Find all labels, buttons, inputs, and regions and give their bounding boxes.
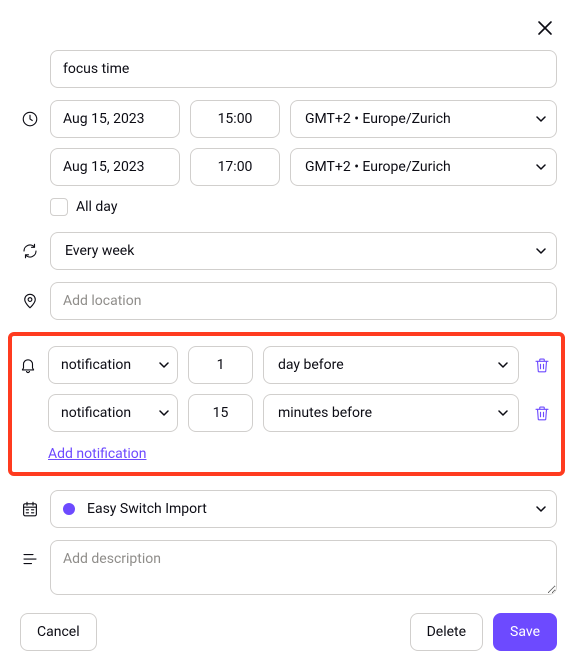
bell-icon [19,356,37,374]
start-time-input[interactable] [190,100,280,138]
caret-down-icon [159,410,169,416]
caret-down-icon [498,410,508,416]
start-timezone-select[interactable]: GMT+2 • Europe/Zurich [290,100,557,138]
all-day-checkbox[interactable] [50,198,68,216]
end-date-input[interactable] [50,148,180,186]
cancel-button[interactable]: Cancel [20,613,97,651]
save-button[interactable]: Save [493,613,557,651]
close-icon [537,20,553,36]
trash-icon [533,356,551,374]
end-timezone-select[interactable]: GMT+2 • Europe/Zurich [290,148,557,186]
close-button[interactable] [533,16,557,40]
end-timezone-label: GMT+2 • Europe/Zurich [305,159,451,175]
delete-button[interactable]: Delete [410,613,483,651]
start-timezone-label: GMT+2 • Europe/Zurich [305,111,451,127]
notification-row: notification day before [48,346,555,384]
calendar-name-label: Easy Switch Import [87,501,207,517]
caret-down-icon [536,164,546,170]
calendar-select[interactable]: Easy Switch Import [50,490,557,528]
caret-down-icon [159,362,169,368]
clock-icon [21,110,39,128]
notifications-section: notification day before notification [8,332,565,476]
notification-unit-label: day before [278,357,344,373]
notification-unit-select[interactable]: minutes before [263,394,519,432]
notification-row: notification minutes before [48,394,555,432]
notification-type-select[interactable]: notification [48,394,178,432]
notification-unit-select[interactable]: day before [263,346,519,384]
calendar-color-dot [63,503,75,515]
description-textarea[interactable] [50,540,557,595]
end-time-input[interactable] [190,148,280,186]
trash-icon [533,404,551,422]
caret-down-icon [498,362,508,368]
caret-down-icon [536,506,546,512]
notification-type-select[interactable]: notification [48,346,178,384]
event-title-input[interactable] [50,50,557,88]
caret-down-icon [536,248,546,254]
description-icon [21,550,39,568]
notification-unit-label: minutes before [278,405,372,421]
modal-footer: Cancel Delete Save [20,613,557,651]
location-icon [21,292,39,310]
notification-amount-input[interactable] [188,394,253,432]
recurrence-label: Every week [65,243,134,259]
start-date-input[interactable] [50,100,180,138]
caret-down-icon [536,116,546,122]
location-input[interactable] [50,282,557,320]
notification-type-label: notification [61,405,131,421]
calendar-icon [21,500,39,518]
repeat-icon [21,242,39,260]
recurrence-select[interactable]: Every week [50,232,557,270]
notification-type-label: notification [61,357,131,373]
notification-amount-input[interactable] [188,346,253,384]
all-day-label: All day [76,199,117,215]
delete-notification-button[interactable] [529,400,555,426]
event-edit-modal: GMT+2 • Europe/Zurich GMT+2 • Europe/Zur… [0,0,577,669]
delete-notification-button[interactable] [529,352,555,378]
add-notification-link[interactable]: Add notification [48,446,555,462]
